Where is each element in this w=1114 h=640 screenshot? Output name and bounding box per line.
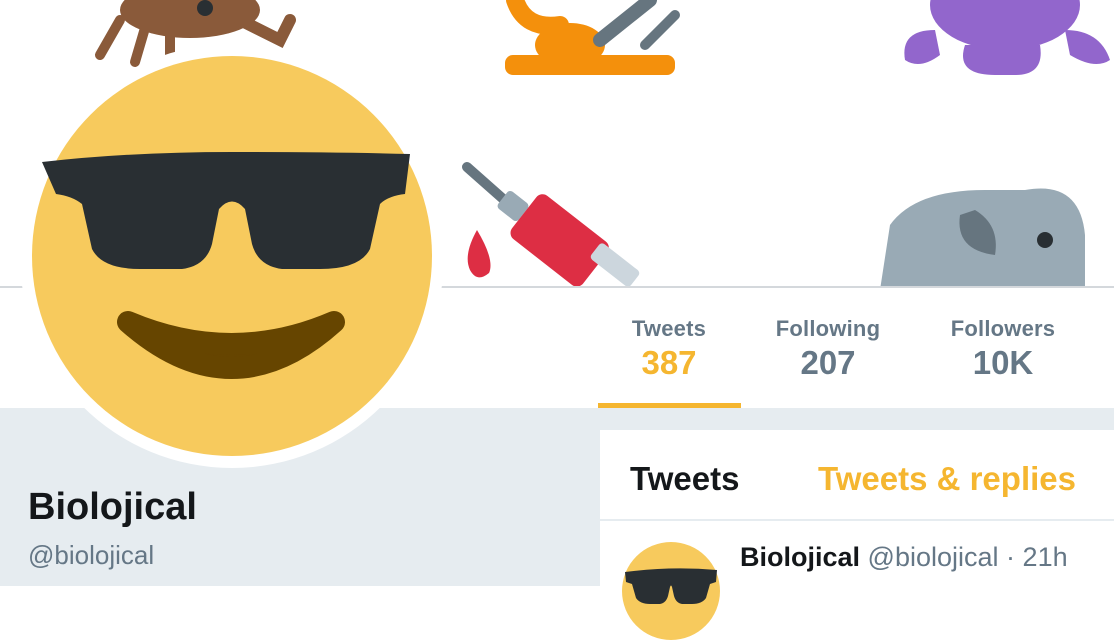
tab-tweets-replies[interactable]: Tweets & replies bbox=[818, 460, 1076, 498]
stat-tweets[interactable]: Tweets 387 bbox=[589, 316, 749, 382]
tabs-divider bbox=[600, 519, 1114, 521]
timeline-card: Tweets Tweets & replies Biolojical @biol… bbox=[600, 430, 1114, 640]
tweet-author-handle[interactable]: @biolojical bbox=[868, 542, 999, 572]
profile-handle[interactable]: @biolojical bbox=[28, 540, 154, 571]
stat-followers-value: 10K bbox=[972, 344, 1034, 381]
stat-followers[interactable]: Followers 10K bbox=[923, 316, 1083, 382]
stat-followers-label: Followers bbox=[950, 316, 1056, 341]
stat-tweets-label: Tweets bbox=[631, 316, 707, 341]
timeline-gap bbox=[600, 408, 1114, 430]
stat-tweets-value: 387 bbox=[641, 344, 697, 381]
microscope-emoji-icon bbox=[505, 0, 680, 75]
tweet-author-name[interactable]: Biolojical bbox=[740, 542, 860, 572]
profile-name: Biolojical bbox=[28, 486, 197, 528]
stat-following-label: Following bbox=[775, 316, 881, 341]
avatar[interactable] bbox=[20, 44, 444, 468]
tweet-separator: · bbox=[1006, 542, 1016, 572]
tab-tweets[interactable]: Tweets bbox=[630, 460, 739, 498]
octopus-emoji-icon bbox=[904, 0, 1110, 75]
elephant-emoji-icon bbox=[880, 188, 1085, 288]
tweet-avatar[interactable] bbox=[622, 542, 720, 640]
syringe-emoji-icon bbox=[462, 162, 640, 287]
stat-following[interactable]: Following 207 bbox=[748, 316, 908, 382]
sunglasses-face-icon bbox=[32, 56, 432, 456]
tweet-timestamp[interactable]: 21h bbox=[1023, 542, 1068, 572]
tweet-header: Biolojical @biolojical · 21h bbox=[740, 542, 1068, 573]
stat-following-value: 207 bbox=[800, 344, 856, 381]
